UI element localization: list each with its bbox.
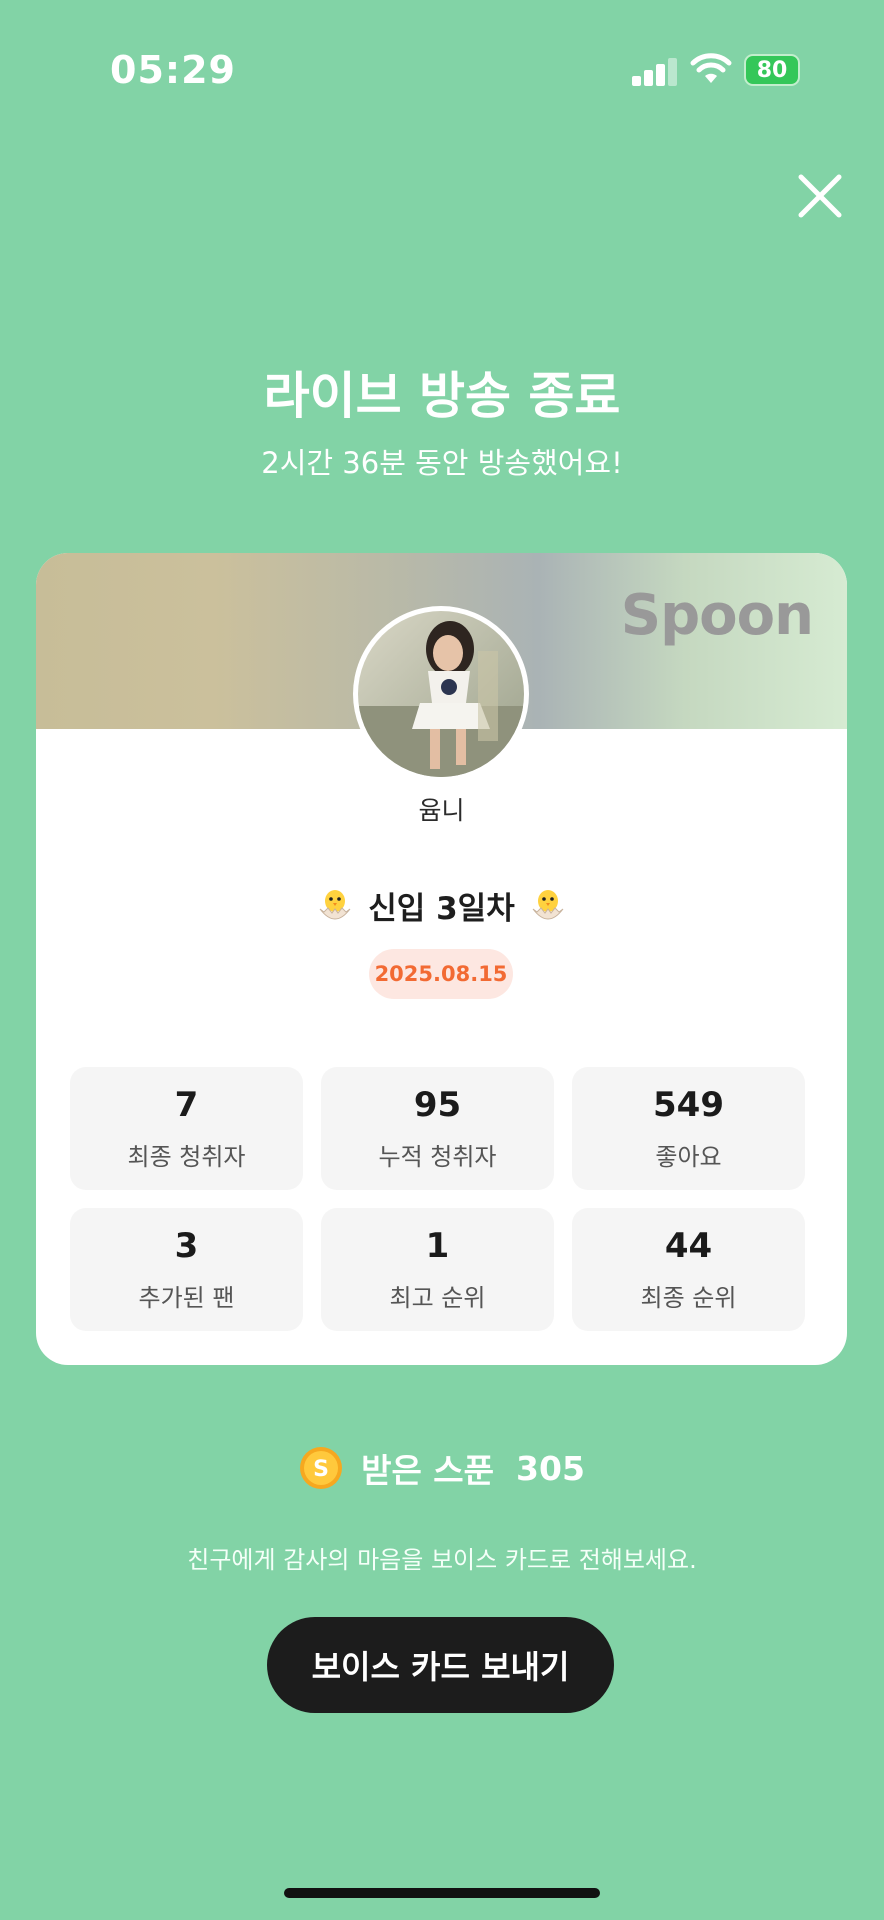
stat-value: 44 [664,1226,713,1266]
stat-label: 추가된 팬 [138,1284,235,1312]
rank-label: 신입 3일차 [368,891,515,927]
stat-final-listeners: 7 최종 청취자 [70,1067,303,1190]
spoons-label: 받은 스푼 [361,1451,495,1490]
date-badge: 2025.08.15 [369,949,513,999]
broadcast-summary-card: Spoon 윰니 신입 3일차 2025.08.15 7 최종 청취자 95 누… [36,553,847,1365]
wifi-icon [690,53,732,83]
page-title: 라이브 방송 종료 [263,367,621,425]
stat-final-rank: 44 최종 순위 [572,1208,805,1331]
stat-label: 좋아요 [655,1143,722,1171]
stat-best-rank: 1 최고 순위 [321,1208,554,1331]
brand-logo: Spoon [620,583,814,648]
stat-new-fans: 3 추가된 팬 [70,1208,303,1331]
stat-likes: 549 좋아요 [572,1067,805,1190]
svg-text:S: S [313,1457,329,1482]
battery-level: 80 [756,57,788,83]
stat-label: 최고 순위 [389,1284,486,1312]
stat-value: 3 [174,1226,199,1266]
send-voice-card-button[interactable]: 보이스 카드 보내기 [267,1617,614,1713]
stat-label: 최종 순위 [640,1284,737,1312]
battery-icon: 80 [744,54,800,86]
stat-label: 누적 청취자 [378,1143,497,1171]
home-indicator [284,1888,600,1898]
spoons-value: 305 [516,1448,585,1488]
close-icon[interactable] [796,172,844,220]
stat-label: 최종 청취자 [127,1143,246,1171]
avatar [353,606,529,782]
stat-value: 549 [653,1085,724,1125]
received-spoons: S 받은 스푼 305 [0,1444,884,1492]
stat-value: 95 [413,1085,462,1125]
status-bar: 05:29 80 [0,0,884,140]
coin-icon: S [300,1447,343,1489]
stat-value: 7 [174,1085,199,1125]
stat-value: 1 [425,1226,450,1266]
signal-icon [632,56,678,86]
rank-row: 신입 3일차 [36,883,847,928]
username: 윰니 [418,796,465,825]
stat-total-listeners: 95 누적 청취자 [321,1067,554,1190]
chick-icon [319,889,351,919]
page-subtitle: 2시간 36분 동안 방송했어요! [261,446,623,480]
chick-icon [532,889,564,919]
voice-card-hint: 친구에게 감사의 마음을 보이스 카드로 전해보세요. [187,1546,697,1574]
status-time: 05:29 [110,48,236,92]
